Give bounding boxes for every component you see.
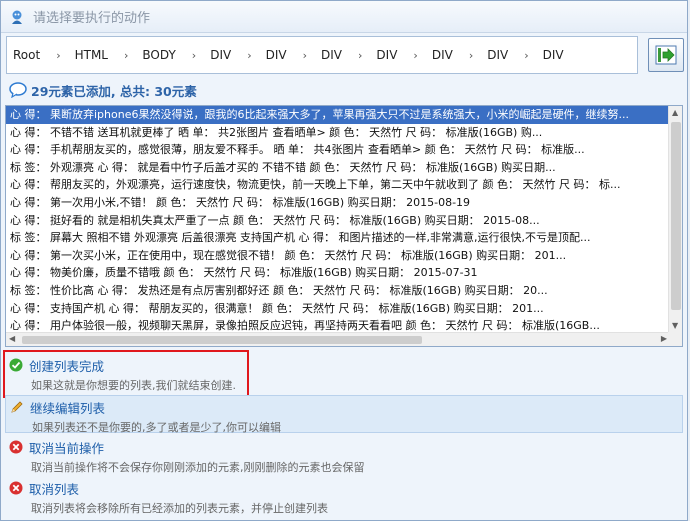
breadcrumb-item-div[interactable]: DIV [210, 48, 231, 62]
edit-list-label[interactable]: 继续编辑列表 [30, 398, 105, 417]
vertical-scroll-thumb[interactable] [671, 122, 681, 310]
breadcrumb-item-div[interactable]: DIV [543, 48, 564, 62]
list-item[interactable]: 心 得： 物美价廉，质量不错哦 颜 色： 天然竹 尺 码： 标准版(16GB) … [6, 264, 670, 282]
cancel-operation-description: 取消当前操作将不会保存你刚刚添加的元素,刚刚删除的元素也会保留 [31, 461, 365, 474]
separator-icon: › [468, 48, 474, 62]
breadcrumb-item-root[interactable]: Root [13, 48, 40, 62]
speech-bubble-icon [9, 82, 27, 98]
cancel-operation-action[interactable]: 取消当前操作 取消当前操作将不会保存你刚刚添加的元素,刚刚删除的元素也会保留 [5, 438, 683, 476]
separator-icon: › [247, 48, 252, 62]
go-next-button[interactable] [648, 38, 684, 72]
scroll-up-icon[interactable]: ▲ [672, 108, 678, 117]
list-item[interactable]: 心 得： 支持国产机 心 得： 帮朋友买的，很满意！ 颜 色： 天然竹 尺 码：… [6, 300, 670, 318]
cancel-circle-icon [9, 440, 23, 454]
breadcrumb-item-div[interactable]: DIV [376, 48, 397, 62]
separator-icon: › [124, 48, 129, 62]
separator-icon: › [413, 48, 418, 62]
app-logo-icon [12, 10, 22, 24]
title-bar: 请选择要执行的动作 [1, 1, 687, 33]
edit-list-description: 如果列表还不是你要的,多了或者是少了,你可以编辑 [32, 421, 281, 434]
element-count: 29元素已添加, 总共: 30元素 [9, 81, 197, 99]
cancel-list-action[interactable]: 取消列表 取消列表将会移除所有已经添加的列表元素，并停止创建列表 [5, 479, 683, 517]
scroll-left-icon[interactable]: ◀ [9, 334, 15, 343]
horizontal-scrollbar[interactable]: ◀ ▶ [6, 332, 670, 346]
edit-list-action[interactable]: 继续编辑列表 如果列表还不是你要的,多了或者是少了,你可以编辑 [5, 395, 683, 434]
separator-icon: › [191, 48, 197, 62]
breadcrumb-item-div[interactable]: DIV [321, 48, 342, 62]
breadcrumb-item-html[interactable]: HTML [75, 48, 108, 62]
count-text: 29元素已添加, 总共: 30元素 [31, 83, 197, 99]
list-item[interactable]: 心 得： 不错不错 送耳机就更棒了 晒 单： 共2张图片 查看晒单> 颜 色： … [6, 124, 670, 142]
list-item[interactable]: 标 签： 屏幕大 照相不错 外观漂亮 后盖很漂亮 支持国产机 心 得： 和图片描… [6, 229, 670, 247]
separator-icon: › [358, 48, 363, 62]
scroll-right-icon[interactable]: ▶ [661, 334, 667, 343]
list-item[interactable]: 心 得： 果断放弃iphone6果然没得说，跟我的6比起来强大多了，苹果再强大只… [6, 106, 670, 124]
pencil-icon [11, 401, 23, 413]
separator-icon: › [302, 48, 308, 62]
list-item[interactable]: 心 得： 手机帮朋友买的，感觉很薄，朋友爱不释手。 晒 单： 共4张图片 查看晒… [6, 141, 670, 159]
list-item[interactable]: 心 得： 第一次买小米，正在使用中，现在感觉很不错！ 颜 色： 天然竹 尺 码：… [6, 247, 670, 265]
breadcrumb-item-div[interactable]: DIV [432, 48, 453, 62]
separator-icon: › [56, 48, 61, 62]
breadcrumb: Root › HTML › BODY › DIV › DIV › DIV › D… [6, 36, 638, 74]
vertical-scrollbar[interactable]: ▲ ▼ [668, 106, 682, 332]
cancel-operation-label[interactable]: 取消当前操作 [29, 438, 104, 457]
list-item[interactable]: 心 得： 第一次用小米,不错！ 颜 色： 天然竹 尺 码： 标准版(16GB) … [6, 194, 670, 212]
cancel-list-label[interactable]: 取消列表 [29, 479, 79, 498]
breadcrumb-item-body[interactable]: BODY [142, 48, 175, 62]
list-item[interactable]: 心 得： 挺好看的 就是相机失真太严重了一点 颜 色： 天然竹 尺 码： 标准版… [6, 212, 670, 230]
dialog-title: 请选择要执行的动作 [33, 11, 151, 26]
breadcrumb-row: Root › HTML › BODY › DIV › DIV › DIV › D… [6, 36, 686, 74]
element-list[interactable]: 心 得： 果断放弃iphone6果然没得说，跟我的6比起来强大多了，苹果再强大只… [5, 105, 683, 347]
breadcrumb-item-div[interactable]: DIV [266, 48, 287, 62]
list-item[interactable]: 标 签： 外观漂亮 心 得： 就是看中竹子后盖才买的 不错不错 颜 色： 天然竹… [6, 159, 670, 177]
list-item[interactable]: 心 得： 帮朋友买的，外观漂亮，运行速度快，物流更快，前一天晚上下单，第二天中午… [6, 176, 670, 194]
horizontal-scroll-thumb[interactable] [22, 336, 422, 344]
separator-icon: › [524, 48, 529, 62]
list-item[interactable]: 标 签： 性价比高 心 得： 发热还是有点厉害别都好还 颜 色： 天然竹 尺 码… [6, 282, 670, 300]
cancel-list-description: 取消列表将会移除所有已经添加的列表元素，并停止创建列表 [31, 502, 328, 515]
arrow-right-icon [655, 45, 677, 65]
scroll-corner [668, 332, 682, 346]
cancel-circle-icon [9, 481, 23, 495]
scroll-down-icon[interactable]: ▼ [672, 321, 678, 330]
highlight-box [3, 350, 249, 398]
breadcrumb-item-div[interactable]: DIV [487, 48, 508, 62]
action-dialog: 请选择要执行的动作 Root › HTML › BODY › DIV › DIV… [0, 0, 688, 521]
